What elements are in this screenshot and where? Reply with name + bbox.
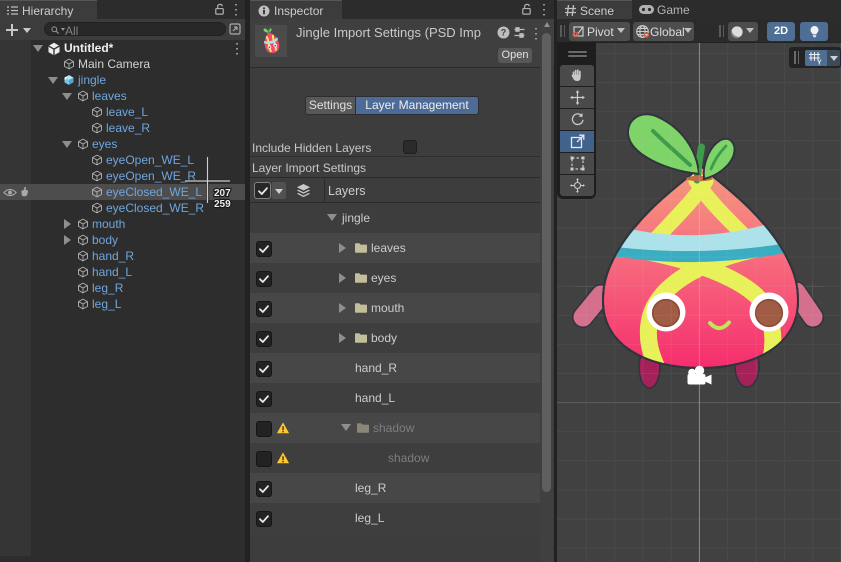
svg-text:Y: Y [817,59,822,65]
svg-text:207: 207 [214,188,231,199]
svg-text:259: 259 [214,199,231,210]
svg-text:?: ? [501,28,507,38]
